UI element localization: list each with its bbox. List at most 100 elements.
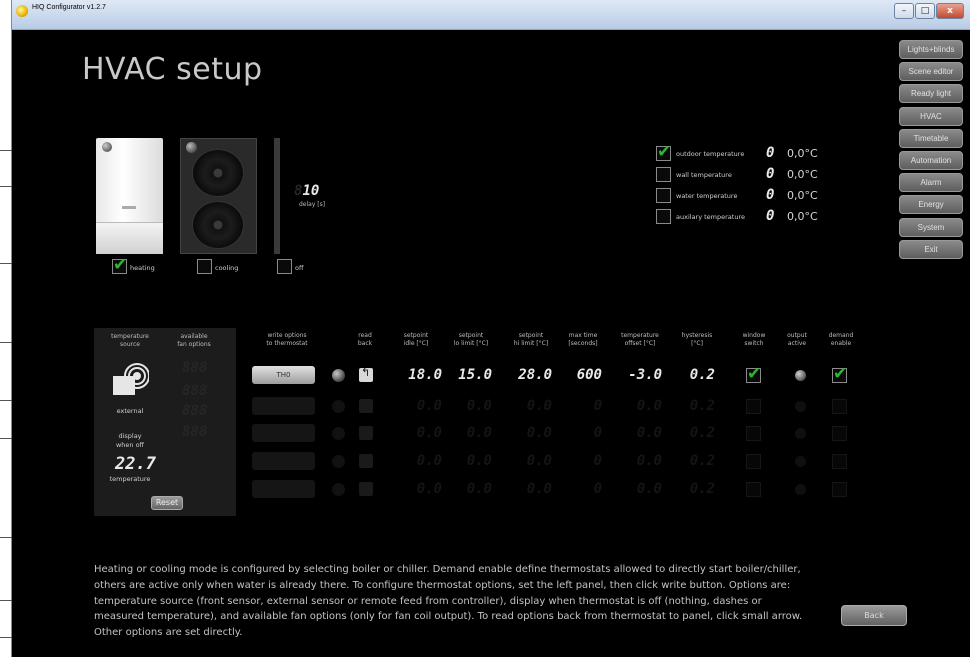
max-time[interactable]: 0	[558, 481, 602, 497]
thermostat-icon[interactable]	[113, 362, 149, 396]
sensor-label: outdoor temperature	[676, 150, 745, 158]
cooling-checkbox[interactable]	[197, 259, 212, 274]
menu-alarm[interactable]: Alarm	[899, 173, 963, 193]
chiller-image[interactable]	[180, 138, 257, 254]
max-time[interactable]: 0	[558, 398, 602, 414]
read-back-button[interactable]	[359, 399, 373, 413]
boiler-image[interactable]	[96, 138, 163, 254]
window-switch-checkbox[interactable]	[746, 399, 761, 414]
thermostat-row: TH0 18.0 15.0 28.0 600 -3.0 0.2	[252, 364, 872, 386]
fan-option-4[interactable]: 888	[182, 424, 207, 440]
temperature-offset[interactable]: 0.0	[618, 425, 662, 441]
window-controls: – □ x	[893, 3, 964, 20]
sensor-value: 0,0°C	[787, 189, 818, 202]
write-button[interactable]: TH0	[252, 366, 315, 384]
menu-hvac[interactable]: HVAC	[899, 106, 963, 126]
close-button[interactable]: x	[936, 3, 964, 19]
output-active-led	[795, 484, 806, 495]
demand-enable-checkbox[interactable]	[832, 482, 847, 497]
menu-scene-editor[interactable]: Scene editor	[899, 62, 963, 82]
read-back-button[interactable]	[359, 426, 373, 440]
fan-option-1[interactable]: 888	[182, 360, 207, 376]
setpoint-idle[interactable]: 0.0	[398, 481, 442, 497]
demand-enable-checkbox[interactable]	[832, 426, 847, 441]
demand-enable-checkbox[interactable]	[832, 364, 847, 384]
write-button[interactable]	[252, 424, 315, 442]
header-temperature-offset: temperature offset [°C]	[621, 332, 659, 347]
left-edge-strip	[0, 0, 12, 657]
setpoint-hi[interactable]: 0.0	[508, 453, 552, 469]
setpoint-lo[interactable]: 0.0	[448, 398, 492, 414]
menu-system[interactable]: System	[899, 217, 963, 237]
setpoint-lo[interactable]: 0.0	[448, 481, 492, 497]
window-switch-checkbox[interactable]	[746, 426, 761, 441]
cooling-label: cooling	[215, 264, 239, 272]
hysteresis[interactable]: 0.2	[671, 425, 715, 441]
demand-enable-checkbox[interactable]	[832, 399, 847, 414]
temperature-offset[interactable]: 0.0	[618, 481, 662, 497]
setpoint-lo[interactable]: 15.0	[448, 367, 492, 383]
display-unit-label: temperature	[109, 475, 151, 483]
menu-automation[interactable]: Automation	[899, 150, 963, 170]
max-time[interactable]: 600	[558, 367, 602, 383]
menu-ready-light[interactable]: Ready light	[899, 84, 963, 104]
setpoint-hi[interactable]: 0.0	[508, 481, 552, 497]
hysteresis[interactable]: 0.2	[671, 367, 715, 383]
menu-timetable[interactable]: Timetable	[899, 128, 963, 148]
max-time[interactable]: 0	[558, 453, 602, 469]
page-title: HVAC setup	[82, 52, 263, 87]
outdoor-temperature-checkbox[interactable]	[656, 142, 671, 162]
menu-lights-blinds[interactable]: Lights+blinds	[899, 40, 963, 59]
setpoint-hi[interactable]: 28.0	[508, 367, 552, 383]
setpoint-idle[interactable]: 18.0	[398, 367, 442, 383]
temperature-offset[interactable]: 0.0	[618, 398, 662, 414]
auxilary-temperature-checkbox[interactable]	[656, 209, 671, 224]
read-back-button[interactable]	[359, 366, 373, 382]
header-demand-enable: demand enable	[828, 332, 854, 347]
read-back-button[interactable]	[359, 482, 373, 496]
demand-enable-checkbox[interactable]	[832, 454, 847, 469]
maximize-button[interactable]: □	[915, 3, 935, 19]
write-button[interactable]	[252, 480, 315, 498]
temperature-offset[interactable]: -3.0	[618, 367, 662, 383]
window-switch-checkbox[interactable]	[746, 454, 761, 469]
reset-button[interactable]: Reset	[151, 496, 183, 510]
fan-option-2[interactable]: 888	[182, 383, 207, 399]
setpoint-idle[interactable]: 0.0	[398, 398, 442, 414]
write-button[interactable]	[252, 452, 315, 470]
setpoint-lo[interactable]: 0.0	[448, 453, 492, 469]
minimize-button[interactable]: –	[894, 3, 914, 19]
menu-exit[interactable]: Exit	[899, 239, 963, 259]
setpoint-lo[interactable]: 0.0	[448, 425, 492, 441]
setpoint-hi[interactable]: 0.0	[508, 398, 552, 414]
fan-option-3[interactable]: 888	[182, 403, 207, 419]
window-switch-checkbox[interactable]	[746, 482, 761, 497]
off-checkbox[interactable]	[277, 259, 292, 274]
hysteresis[interactable]: 0.2	[671, 453, 715, 469]
temperature-offset[interactable]: 0.0	[618, 453, 662, 469]
back-button[interactable]: Back	[841, 605, 907, 626]
setpoint-idle[interactable]: 0.0	[398, 425, 442, 441]
hysteresis[interactable]: 0.2	[671, 398, 715, 414]
status-led	[332, 455, 345, 468]
sensor-value: 0,0°C	[787, 147, 818, 160]
sensor-digit: 0	[766, 145, 775, 161]
header-max-time: max time [seconds]	[568, 332, 598, 347]
output-active-led	[795, 456, 806, 467]
water-temperature-checkbox[interactable]	[656, 188, 671, 203]
window-switch-checkbox[interactable]	[746, 364, 761, 384]
menu-energy[interactable]: Energy	[899, 195, 963, 215]
heating-checkbox[interactable]	[112, 255, 127, 275]
off-indicator[interactable]	[274, 138, 280, 254]
max-time[interactable]: 0	[558, 425, 602, 441]
write-button[interactable]	[252, 397, 315, 415]
hysteresis[interactable]: 0.2	[671, 481, 715, 497]
setpoint-hi[interactable]: 0.0	[508, 425, 552, 441]
read-back-button[interactable]	[359, 454, 373, 468]
header-setpoint-idle: setpoint idle [°C]	[403, 332, 429, 347]
header-setpoint-lo: setpoint lo limit [°C]	[453, 332, 489, 347]
setpoint-idle[interactable]: 0.0	[398, 453, 442, 469]
display-value[interactable]: 22.7	[115, 454, 156, 474]
status-led	[332, 427, 345, 440]
wall-temperature-checkbox[interactable]	[656, 167, 671, 182]
